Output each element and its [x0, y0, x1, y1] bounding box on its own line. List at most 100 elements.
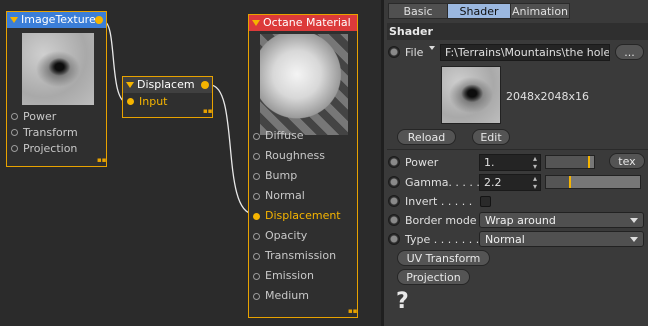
- projection-button[interactable]: Projection: [397, 269, 470, 285]
- invert-label: Invert . . . . .: [405, 195, 473, 208]
- port-dot-icon[interactable]: [253, 213, 260, 220]
- border-mode-dropdown[interactable]: Wrap around: [479, 212, 644, 228]
- port-diffuse[interactable]: Diffuse: [249, 126, 357, 146]
- gamma-slider[interactable]: [545, 175, 641, 189]
- gamma-animate-radio[interactable]: [388, 176, 400, 188]
- border-mode-label: Border mode: [405, 214, 477, 227]
- port-displacement[interactable]: Displacement: [249, 206, 357, 226]
- browse-file-button[interactable]: ...: [615, 44, 644, 60]
- power-value: 1.: [484, 156, 495, 169]
- port-dot-icon[interactable]: [253, 133, 260, 140]
- octane-material-node-header[interactable]: Octane Material: [249, 15, 357, 31]
- port-dot-icon[interactable]: [253, 233, 260, 240]
- port-medium[interactable]: Medium: [249, 286, 357, 306]
- port-label: Emission: [265, 269, 314, 282]
- port-transform[interactable]: Transform: [7, 125, 106, 141]
- file-animate-radio[interactable]: [388, 46, 400, 58]
- tab-basic[interactable]: Basic: [388, 3, 448, 19]
- image-texture-node-title: ImageTexture: [21, 13, 96, 26]
- port-label: Bump: [265, 169, 298, 182]
- port-emission[interactable]: Emission: [249, 266, 357, 286]
- port-dot-icon[interactable]: [253, 293, 260, 300]
- resize-grip-icon[interactable]: ▪▪: [348, 308, 358, 315]
- dropdown-arrow-icon: [630, 218, 638, 223]
- port-transmission[interactable]: Transmission: [249, 246, 357, 266]
- tab-shader[interactable]: Shader: [447, 3, 511, 19]
- file-label: File: [405, 46, 424, 59]
- collapse-triangle-icon[interactable]: [10, 17, 18, 23]
- port-label: Medium: [265, 289, 309, 302]
- file-expand-triangle-icon[interactable]: [429, 46, 435, 50]
- port-dot-icon[interactable]: [253, 173, 260, 180]
- port-dot-icon[interactable]: [11, 129, 18, 136]
- port-dot-icon[interactable]: [11, 145, 18, 152]
- image-texture-node[interactable]: ImageTexture Power Transform Projection …: [6, 11, 107, 167]
- port-label: Normal: [265, 189, 305, 202]
- gamma-slider-fill: [546, 176, 570, 188]
- image-texture-node-header[interactable]: ImageTexture: [7, 12, 106, 28]
- port-dot-icon[interactable]: [253, 253, 260, 260]
- port-roughness[interactable]: Roughness: [249, 146, 357, 166]
- node-editor[interactable]: ImageTexture Power Transform Projection …: [0, 0, 381, 326]
- output-port-icon[interactable]: [95, 16, 103, 24]
- power-animate-radio[interactable]: [388, 156, 400, 168]
- gamma-slider-marker: [569, 176, 571, 188]
- displacement-node[interactable]: Displacem Input ▪▪: [122, 76, 213, 118]
- file-path-field[interactable]: F:\Terrains\Mountains\the hole: [440, 44, 610, 61]
- port-label: Power: [23, 110, 57, 123]
- dropdown-arrow-icon: [630, 237, 638, 242]
- attributes-panel: Basic Shader Animation Shader File F:\Te…: [384, 0, 648, 326]
- port-normal[interactable]: Normal: [249, 186, 357, 206]
- port-dot-icon[interactable]: [11, 113, 18, 120]
- spinner-arrows-icon[interactable]: ▴ ▾: [533, 175, 537, 190]
- port-dot-icon[interactable]: [127, 98, 134, 105]
- output-port-icon[interactable]: [201, 81, 209, 89]
- octane-material-node[interactable]: Octane Material Diffuse Roughness Bump N…: [248, 14, 358, 318]
- uv-transform-button[interactable]: UV Transform: [397, 250, 490, 266]
- collapse-triangle-icon[interactable]: [126, 82, 134, 88]
- port-dot-icon[interactable]: [253, 193, 260, 200]
- resize-grip-icon[interactable]: ▪▪: [203, 108, 213, 115]
- material-preview: [260, 34, 348, 135]
- reload-button[interactable]: Reload: [397, 129, 456, 145]
- port-power[interactable]: Power: [7, 109, 106, 125]
- type-animate-radio[interactable]: [388, 233, 400, 245]
- port-projection[interactable]: Projection: [7, 141, 106, 157]
- power-input[interactable]: 1. ▴ ▾: [479, 154, 541, 171]
- port-label: Roughness: [265, 149, 326, 162]
- port-bump[interactable]: Bump: [249, 166, 357, 186]
- gamma-value: 2.2: [484, 176, 502, 189]
- invert-checkbox[interactable]: [480, 196, 491, 207]
- port-dot-icon[interactable]: [253, 273, 260, 280]
- port-input[interactable]: Input: [123, 93, 212, 111]
- port-opacity[interactable]: Opacity: [249, 226, 357, 246]
- collapse-triangle-icon[interactable]: [252, 20, 260, 26]
- help-icon[interactable]: ?: [396, 289, 409, 314]
- divider: [387, 149, 648, 150]
- border-mode-animate-radio[interactable]: [388, 214, 400, 226]
- power-slider-marker: [588, 156, 590, 168]
- power-tex-button[interactable]: tex: [609, 153, 645, 169]
- border-mode-value: Wrap around: [485, 214, 556, 227]
- type-label: Type . . . . . . .: [405, 233, 480, 246]
- invert-animate-radio[interactable]: [388, 195, 400, 207]
- octane-material-node-title: Octane Material: [263, 16, 351, 29]
- edit-button[interactable]: Edit: [472, 129, 510, 145]
- port-label: Diffuse: [265, 129, 304, 142]
- port-label: Transmission: [265, 249, 337, 262]
- port-dot-icon[interactable]: [253, 153, 260, 160]
- power-slider[interactable]: [545, 155, 595, 169]
- power-label: Power: [405, 156, 439, 169]
- file-texture-preview: [441, 66, 501, 124]
- resize-grip-icon[interactable]: ▪▪: [97, 157, 107, 164]
- type-dropdown[interactable]: Normal: [479, 231, 644, 247]
- tab-animation[interactable]: Animation: [510, 3, 570, 19]
- port-label: Transform: [23, 126, 78, 139]
- spinner-arrows-icon[interactable]: ▴ ▾: [533, 155, 537, 170]
- displacement-node-header[interactable]: Displacem: [123, 77, 212, 93]
- port-label: Displacement: [265, 209, 341, 222]
- gamma-input[interactable]: 2.2 ▴ ▾: [479, 174, 541, 191]
- type-value: Normal: [485, 233, 525, 246]
- texture-resolution: 2048x2048x16: [506, 90, 590, 103]
- displacement-node-title: Displacem: [137, 78, 195, 91]
